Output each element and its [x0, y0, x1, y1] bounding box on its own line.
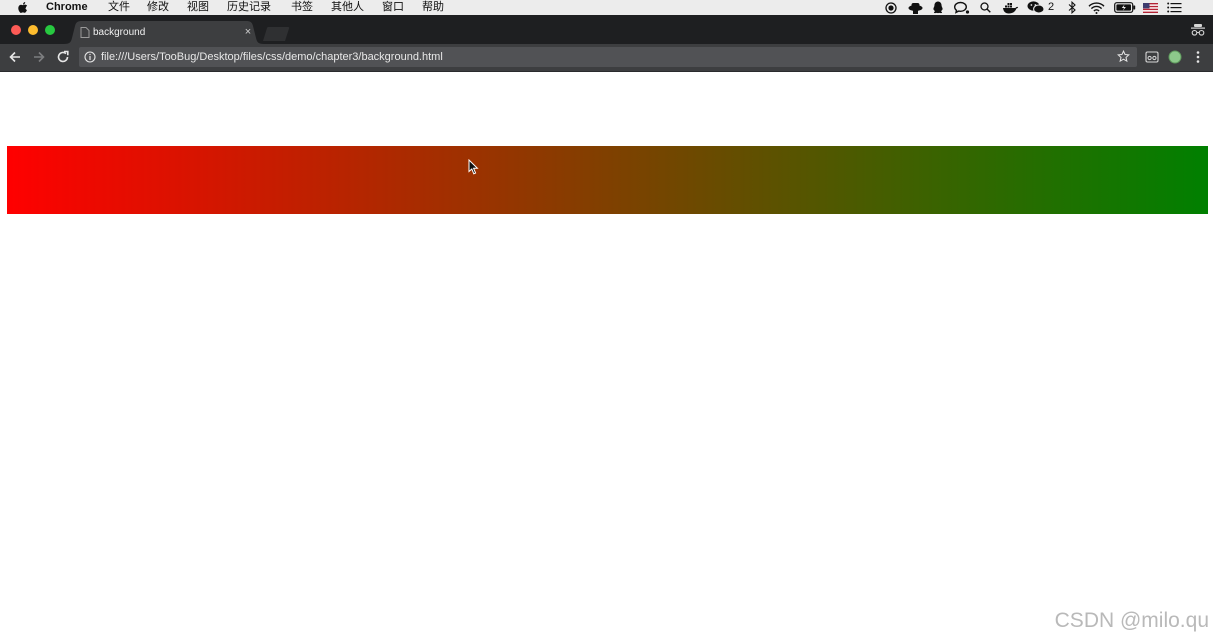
battery-icon[interactable] — [1114, 1, 1136, 14]
image-extension-icon[interactable] — [1145, 50, 1159, 64]
apple-icon[interactable] — [17, 1, 30, 14]
bookmark-star-icon[interactable] — [1117, 50, 1130, 63]
info-icon[interactable] — [84, 51, 96, 63]
mouse-cursor-icon — [468, 159, 479, 175]
search-icon[interactable] — [979, 1, 992, 14]
wechat-count: 2 — [1048, 1, 1055, 13]
list-icon[interactable] — [1166, 1, 1182, 14]
menu-app-name[interactable]: Chrome — [46, 0, 88, 14]
more-menu-icon[interactable] — [1193, 50, 1203, 64]
flag-us-icon[interactable] — [1142, 1, 1158, 14]
macos-menu-bar: Chrome 文件 修改 视图 历史记录 书签 其他人 窗口 帮助 2 — [0, 0, 1213, 16]
docker-icon[interactable] — [1001, 1, 1019, 14]
menu-people[interactable]: 其他人 — [331, 0, 364, 14]
chat-icon[interactable] — [952, 1, 970, 14]
incognito-icon[interactable] — [1191, 24, 1205, 36]
url-text[interactable]: file:///Users/TooBug/Desktop/files/css/d… — [101, 50, 443, 64]
address-bar[interactable]: file:///Users/TooBug/Desktop/files/css/d… — [79, 47, 1137, 67]
wechat-icon[interactable] — [1027, 1, 1045, 14]
minimize-window-button[interactable] — [28, 25, 38, 35]
file-icon — [80, 27, 90, 38]
menu-window[interactable]: 窗口 — [382, 0, 404, 14]
page-viewport: CSDN @milo.qu — [0, 72, 1213, 639]
browser-toolbar: file:///Users/TooBug/Desktop/files/css/d… — [0, 44, 1213, 72]
new-tab-button[interactable] — [262, 27, 290, 41]
tab-title: background — [93, 27, 146, 38]
reload-icon[interactable] — [56, 50, 70, 64]
menu-view[interactable]: 视图 — [187, 0, 209, 14]
hat-icon[interactable] — [907, 1, 923, 14]
menu-bookmarks[interactable]: 书签 — [291, 0, 313, 14]
menu-help[interactable]: 帮助 — [422, 0, 444, 14]
record-icon[interactable] — [884, 1, 898, 14]
browser-tab-strip: background × — [0, 15, 1213, 44]
qq-icon[interactable] — [931, 1, 945, 14]
close-window-button[interactable] — [11, 25, 21, 35]
green-circle-extension-icon[interactable] — [1168, 50, 1182, 64]
csdn-watermark: CSDN @milo.qu — [1054, 609, 1209, 632]
gradient-background-box — [7, 146, 1208, 214]
back-arrow-icon[interactable] — [8, 50, 22, 64]
menu-bar-tray: 2 — [873, 0, 1213, 15]
zoom-window-button[interactable] — [45, 25, 55, 35]
tab-background[interactable]: background × — [64, 21, 264, 44]
menu-history[interactable]: 历史记录 — [227, 0, 271, 14]
bluetooth-icon[interactable] — [1067, 1, 1077, 14]
menu-file[interactable]: 文件 — [108, 0, 130, 14]
tab-close-icon[interactable]: × — [242, 26, 254, 38]
forward-arrow-icon[interactable] — [32, 50, 46, 64]
wifi-icon[interactable] — [1087, 1, 1105, 14]
menu-edit[interactable]: 修改 — [147, 0, 169, 14]
